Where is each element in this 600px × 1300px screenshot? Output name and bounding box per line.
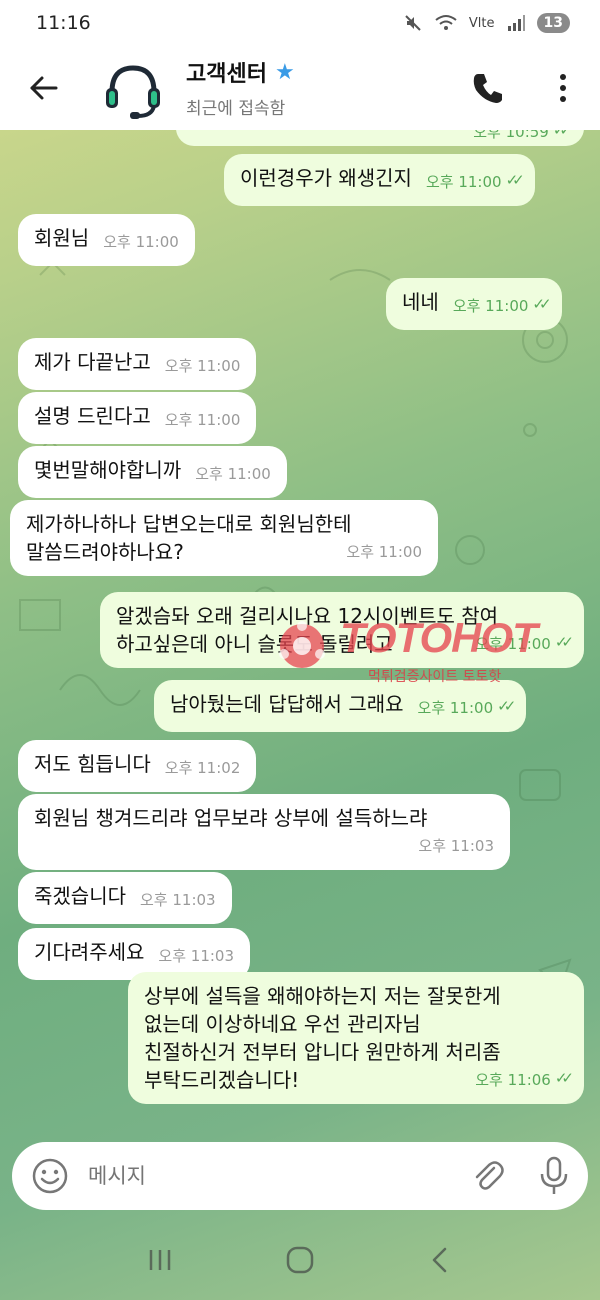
- mute-icon: [405, 15, 421, 31]
- message-text-line: 말씀드려야하나요?: [26, 540, 184, 564]
- message-bubble-outgoing[interactable]: 남아뒀는데 답답해서 그래요 오후 11:00 ✓✓: [154, 680, 527, 732]
- more-menu-button[interactable]: [548, 68, 578, 108]
- microphone-button[interactable]: [534, 1154, 574, 1198]
- message-text: 회원님: [34, 226, 90, 250]
- message-text-line: 하고싶은데 아니 슬롯도 돌릴려고: [116, 632, 393, 656]
- message-input[interactable]: [88, 1160, 448, 1192]
- emoji-button[interactable]: [30, 1156, 70, 1196]
- star-icon: ★: [274, 59, 295, 85]
- message-time: 오후 11:06: [475, 1071, 551, 1089]
- message-bubble-outgoing[interactable]: 네네 오후 11:00 ✓✓: [386, 278, 562, 330]
- message-bubble-incoming[interactable]: 제가 다끝난고 오후 11:00: [18, 338, 257, 390]
- last-seen-status: 최근에 접속함: [186, 99, 286, 119]
- chat-area[interactable]: 오후 10:59 ✓✓ 이런경우가 왜생긴지 오후 11:00 ✓✓ 회원님 오후 11…: [0, 130, 600, 1140]
- message-bubble-outgoing[interactable]: 알겠슴돠 오래 걸리시나요 12시이벤트도 참여 하고싶은데 아니 슬롯도 돌릴…: [100, 592, 584, 668]
- message-time: 오후 11:00: [452, 297, 529, 315]
- message-bubble-outgoing[interactable]: 상부에 설득을 왜해야하는지 저는 잘못한게 없는데 이상하네요 우선 관리자님…: [128, 972, 584, 1104]
- avatar[interactable]: [100, 56, 166, 122]
- system-navigation-bar: [0, 1220, 600, 1300]
- message-time: 오후 11:00: [425, 173, 502, 191]
- double-check-icon: ✓✓: [554, 633, 574, 651]
- message-bubble-incoming[interactable]: 죽겠습니다 오후 11:03: [18, 872, 232, 924]
- network-label: Vlte: [468, 15, 495, 31]
- double-check-icon: ✓✓: [554, 1069, 574, 1087]
- headset-icon: [106, 65, 160, 119]
- message-bubble-incoming[interactable]: 몇번말해야합니까 오후 11:00: [18, 446, 287, 498]
- home-button[interactable]: [280, 1240, 320, 1280]
- message-time: 오후 11:03: [158, 947, 235, 965]
- message-time: 오후 11:00: [346, 543, 422, 561]
- battery-indicator: 13: [536, 13, 570, 33]
- phone-icon: [473, 74, 502, 103]
- arrow-left-icon: [30, 76, 58, 100]
- message-time: 오후 11:00: [103, 233, 179, 251]
- home-icon: [286, 1246, 314, 1274]
- message-text: 제가 다끝난고: [34, 350, 151, 374]
- message-text-line: 제가하나하나 답변오는대로 회원님한테: [26, 512, 352, 536]
- message-text: 이런경우가 왜생긴지: [240, 166, 412, 190]
- microphone-icon: [540, 1156, 568, 1194]
- message-text: 죽겠습니다: [34, 884, 126, 908]
- message-bubble-incoming[interactable]: 제가하나하나 답변오는대로 회원님한테 말씀드려야하나요? 오후 11:00: [10, 500, 438, 576]
- more-vertical-icon: [560, 74, 566, 102]
- status-bar: 11:16 Vlte 13: [0, 0, 600, 46]
- message-time: 오후 11:00: [195, 465, 271, 483]
- wifi-icon: [435, 15, 457, 30]
- double-check-icon: ✓✓: [532, 295, 551, 313]
- message-time: 오후 11:00: [164, 357, 241, 375]
- signal-icon: [507, 15, 525, 31]
- recent-apps-button[interactable]: [140, 1240, 180, 1280]
- message-time: 오후 11:03: [418, 837, 494, 855]
- message-text-line: 상부에 설득을 왜해야하는지 저는 잘못한게: [144, 984, 501, 1008]
- status-time: 11:16: [36, 12, 91, 34]
- message-time: 오후 11:00: [475, 635, 551, 653]
- message-text: 저도 힘듭니다: [34, 752, 151, 776]
- system-back-button[interactable]: [420, 1240, 460, 1280]
- double-check-icon: ✓✓: [497, 697, 516, 715]
- message-time: 오후 11:03: [140, 891, 216, 909]
- message-text: 몇번말해야합니까: [34, 458, 182, 482]
- message-text: 네네: [402, 290, 439, 314]
- message-composer: [12, 1142, 588, 1210]
- message-bubble-incoming[interactable]: 회원님 오후 11:00: [18, 214, 195, 266]
- message-text: 남아뒀는데 답답해서 그래요: [170, 692, 404, 716]
- message-bubble-incoming[interactable]: 저도 힘듭니다 오후 11:02: [18, 740, 257, 792]
- chat-title-block[interactable]: 고객센터 ★ 최근에 접속함: [186, 56, 295, 120]
- message-time: 오후 10:59: [473, 130, 549, 141]
- back-button[interactable]: [26, 70, 62, 106]
- double-check-icon: ✓✓: [552, 130, 572, 139]
- message-text-line: 없는데 이상하네요 우선 관리자님: [144, 1012, 421, 1036]
- call-button[interactable]: [470, 70, 506, 106]
- message-bubble-incoming[interactable]: 설명 드린다고 오후 11:00: [18, 392, 257, 444]
- smiley-icon: [32, 1158, 68, 1194]
- recent-apps-icon: [149, 1250, 171, 1270]
- message-text: 기다려주세요: [34, 940, 145, 964]
- message-time: 오후 11:00: [164, 411, 241, 429]
- paperclip-icon: [475, 1161, 504, 1190]
- chevron-left-icon: [432, 1247, 447, 1273]
- message-text: 설명 드린다고: [34, 404, 151, 428]
- attach-button[interactable]: [468, 1156, 508, 1196]
- message-time: 오후 11:00: [417, 699, 494, 717]
- chat-header: 고객센터 ★ 최근에 접속함: [0, 46, 600, 130]
- message-bubble-outgoing[interactable]: 이런경우가 왜생긴지 오후 11:00 ✓✓: [224, 154, 535, 206]
- message-time: 오후 11:02: [164, 759, 241, 777]
- double-check-icon: ✓✓: [505, 171, 525, 189]
- status-icons: Vlte 13: [403, 13, 570, 33]
- message-bubble-partial[interactable]: 오후 10:59 ✓✓: [176, 130, 584, 146]
- message-bubble-incoming[interactable]: 회원님 챙겨드리랴 업무보랴 상부에 설득하느랴 오후 11:03: [18, 794, 510, 870]
- message-text-line: 부탁드리겠습니다!: [144, 1068, 300, 1092]
- chat-title: 고객센터: [186, 62, 267, 87]
